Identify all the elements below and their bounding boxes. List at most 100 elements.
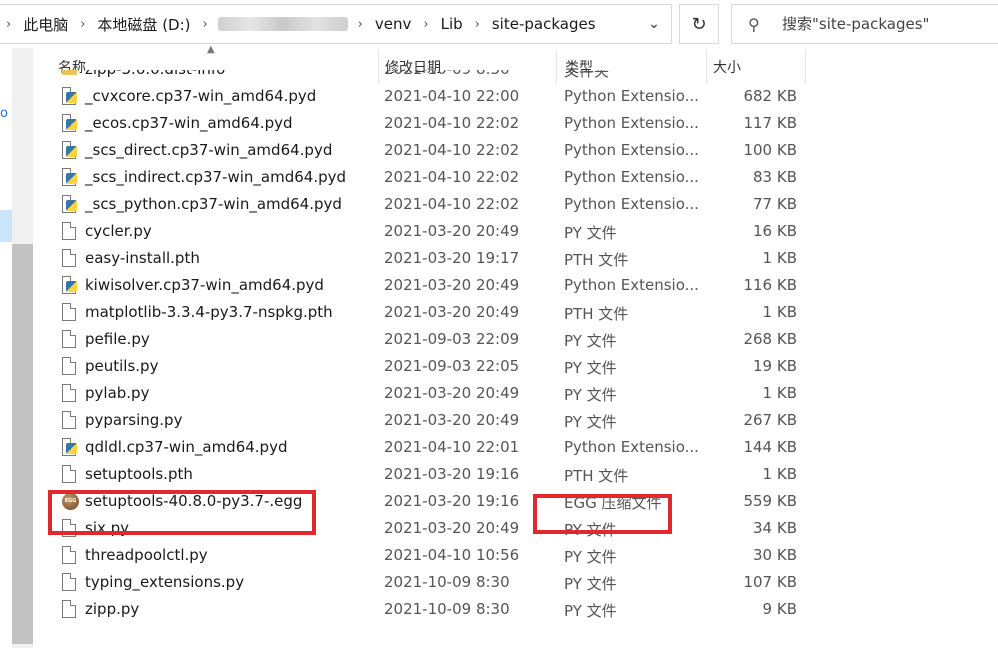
- file-row[interactable]: qdldl.cp37-win_amd64.pyd 2021-04-10 22:01…: [50, 434, 810, 461]
- python-file-icon: [62, 168, 78, 187]
- vertical-scrollbar[interactable]: [12, 48, 33, 648]
- file-type: PY 文件: [564, 548, 617, 566]
- file-date: 2021-04-10 10:56: [384, 546, 520, 564]
- file-type: PY 文件: [564, 359, 617, 377]
- file-name: setuptools-40.8.0-py3.7-.egg: [85, 492, 303, 510]
- file-row[interactable]: zipp-3.6.0.dist-info 2021-10-09 8:30 文件夹: [50, 70, 810, 83]
- file-row[interactable]: pylab.py 2021-03-20 20:49 PY 文件 1 KB: [50, 380, 810, 407]
- file-size: 116 KB: [743, 276, 797, 294]
- folder-icon: [62, 70, 78, 79]
- file-name: qdldl.cp37-win_amd64.pyd: [85, 438, 288, 456]
- chevron-down-icon[interactable]: ⌄: [645, 15, 663, 33]
- file-date: 2021-03-20 20:49: [384, 276, 520, 294]
- breadcrumb-site-packages[interactable]: site-packages: [486, 15, 602, 33]
- file-name: pefile.py: [85, 330, 150, 348]
- file-type: PTH 文件: [564, 251, 629, 269]
- file-row[interactable]: pefile.py 2021-09-03 22:09 PY 文件 268 KB: [50, 326, 810, 353]
- breadcrumb-this-pc[interactable]: 此电脑: [17, 14, 74, 35]
- file-row[interactable]: kiwisolver.cp37-win_amd64.pyd 2021-03-20 …: [50, 272, 810, 299]
- python-file-icon: [62, 114, 78, 133]
- file-size: 1 KB: [762, 303, 797, 321]
- file-type: Python Extensio...: [564, 276, 699, 294]
- python-file-icon: [62, 195, 78, 214]
- file-size: 268 KB: [743, 330, 797, 348]
- refresh-button[interactable]: ↻: [679, 4, 719, 44]
- file-row[interactable]: threadpoolctl.py 2021-04-10 10:56 PY 文件 30 …: [50, 542, 810, 569]
- file-date: 2021-09-03 22:09: [384, 330, 520, 348]
- file-icon: [62, 411, 78, 430]
- file-name: cycler.py: [85, 222, 152, 240]
- chevron-right-icon[interactable]: ›: [417, 17, 434, 32]
- file-row[interactable]: _scs_direct.cp37-win_amd64.pyd 2021-04-10…: [50, 137, 810, 164]
- file-type: Python Extensio...: [564, 168, 699, 186]
- breadcrumb-local-disk[interactable]: 本地磁盘 (D:): [91, 14, 196, 35]
- chevron-right-icon[interactable]: ›: [0, 17, 17, 32]
- address-bar[interactable]: › 此电脑 › 本地磁盘 (D:) › › venv › Lib › site-…: [0, 4, 672, 44]
- scrollbar-thumb[interactable]: [12, 244, 33, 644]
- file-name: pylab.py: [85, 384, 150, 402]
- file-date: 2021-03-20 20:49: [384, 519, 520, 537]
- navigation-pane: o: [0, 48, 12, 657]
- file-name: _cvxcore.cp37-win_amd64.pyd: [85, 87, 317, 105]
- file-name: threadpoolctl.py: [85, 546, 208, 564]
- file-row[interactable]: typing_extensions.py 2021-10-09 8:30 PY 文件…: [50, 569, 810, 596]
- file-name: _ecos.cp37-win_amd64.pyd: [85, 114, 293, 132]
- file-row[interactable]: matplotlib-3.3.4-py3.7-nspkg.pth 2021-03-…: [50, 299, 810, 326]
- chevron-right-icon[interactable]: ›: [469, 17, 486, 32]
- file-type: Python Extensio...: [564, 114, 699, 132]
- file-row[interactable]: _cvxcore.cp37-win_amd64.pyd 2021-04-10 22…: [50, 83, 810, 110]
- nav-item-marker[interactable]: o: [0, 106, 8, 121]
- file-name: zipp.py: [85, 600, 140, 618]
- file-name: six.py: [85, 519, 130, 537]
- chevron-right-icon[interactable]: ›: [74, 17, 91, 32]
- file-size: 77 KB: [753, 195, 797, 213]
- file-type: 文件夹: [564, 70, 610, 80]
- file-name: zipp-3.6.0.dist-info: [85, 70, 225, 78]
- file-type: PY 文件: [564, 386, 617, 404]
- python-file-icon: [62, 87, 78, 106]
- breadcrumb-lib[interactable]: Lib: [435, 15, 469, 33]
- file-size: 34 KB: [753, 519, 797, 537]
- file-date: 2021-03-20 20:49: [384, 384, 520, 402]
- file-type: PTH 文件: [564, 305, 629, 323]
- chevron-right-icon[interactable]: ›: [197, 17, 214, 32]
- file-date: 2021-04-10 22:02: [384, 141, 520, 159]
- file-type: PY 文件: [564, 521, 617, 539]
- file-date: 2021-03-20 19:17: [384, 249, 520, 267]
- search-box[interactable]: ⚲: [731, 4, 998, 44]
- python-file-icon: [62, 276, 78, 295]
- file-row[interactable]: easy-install.pth 2021-03-20 19:17 PTH 文件 1 …: [50, 245, 810, 272]
- file-name: easy-install.pth: [85, 249, 200, 267]
- file-size: 19 KB: [753, 357, 797, 375]
- file-icon: [62, 546, 78, 565]
- file-type: PTH 文件: [564, 467, 629, 485]
- file-row[interactable]: _ecos.cp37-win_amd64.pyd 2021-04-10 22:02…: [50, 110, 810, 137]
- file-icon: [62, 357, 78, 376]
- file-row[interactable]: _scs_python.cp37-win_amd64.pyd 2021-04-10…: [50, 191, 810, 218]
- file-row[interactable]: pyparsing.py 2021-03-20 20:49 PY 文件 267 KB: [50, 407, 810, 434]
- nav-selected-item[interactable]: [0, 210, 12, 242]
- file-size: 1 KB: [762, 384, 797, 402]
- file-size: 100 KB: [743, 141, 797, 159]
- file-date: 2021-04-10 22:02: [384, 195, 520, 213]
- chevron-right-icon[interactable]: ›: [352, 17, 369, 32]
- file-size: 144 KB: [743, 438, 797, 456]
- file-name: _scs_python.cp37-win_amd64.pyd: [85, 195, 342, 213]
- file-row[interactable]: six.py 2021-03-20 20:49 PY 文件 34 KB: [50, 515, 810, 542]
- search-input[interactable]: [780, 14, 984, 34]
- python-file-icon: [62, 438, 78, 457]
- file-name: _scs_indirect.cp37-win_amd64.pyd: [85, 168, 347, 186]
- file-row[interactable]: cycler.py 2021-03-20 20:49 PY 文件 16 KB: [50, 218, 810, 245]
- file-row[interactable]: setuptools.pth 2021-03-20 19:16 PTH 文件 1 KB: [50, 461, 810, 488]
- file-date: 2021-03-20 20:49: [384, 303, 520, 321]
- file-row[interactable]: _scs_indirect.cp37-win_amd64.pyd 2021-04-…: [50, 164, 810, 191]
- breadcrumb-venv[interactable]: venv: [369, 15, 418, 33]
- file-size: 1 KB: [762, 249, 797, 267]
- file-type: PY 文件: [564, 413, 617, 431]
- file-icon: [62, 384, 78, 403]
- file-row[interactable]: EGG setuptools-40.8.0-py3.7-.egg 2021-03-2…: [50, 488, 810, 515]
- redacted-path: [217, 17, 348, 31]
- file-row[interactable]: peutils.py 2021-09-03 22:05 PY 文件 19 KB: [50, 353, 810, 380]
- file-row[interactable]: zipp.py 2021-10-09 8:30 PY 文件 9 KB: [50, 596, 810, 623]
- file-type: Python Extensio...: [564, 438, 699, 456]
